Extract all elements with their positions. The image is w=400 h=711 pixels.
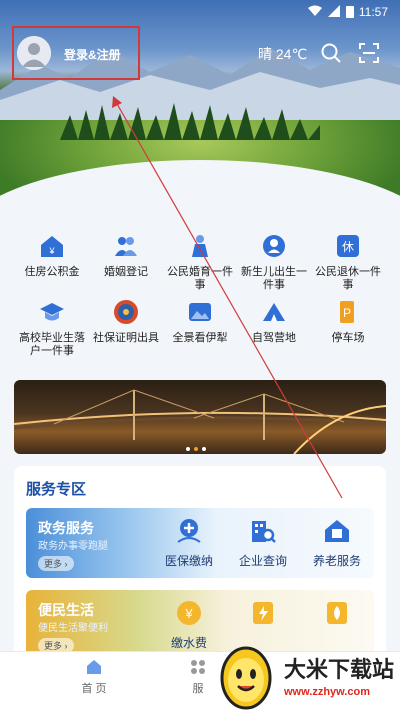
service-label: 高校毕业生落户一件事 <box>19 332 85 357</box>
login-register-button[interactable]: 登录&注册 <box>12 26 140 80</box>
service-label: 婚姻登记 <box>104 266 148 278</box>
service-marriage-birth[interactable]: 公民婚育一件事 <box>162 232 238 292</box>
svg-text:P: P <box>343 306 351 320</box>
section-title: 服务专区 <box>26 481 87 498</box>
home-icon <box>87 660 101 674</box>
watermark-title: 大米下载站 <box>284 657 395 682</box>
service-panorama-yili[interactable]: 全景看伊犁 <box>162 298 238 345</box>
wifi-icon <box>308 5 322 16</box>
service-parking[interactable]: P 停车场 <box>310 298 386 345</box>
retire-icon: 休 <box>337 235 359 257</box>
medical-insurance-action[interactable]: 医保缴纳 <box>154 516 224 569</box>
rice-mascot-logo-icon <box>220 646 272 710</box>
card-title: 便民生活 <box>38 602 94 618</box>
service-label: 新生儿出生一件事 <box>241 266 307 291</box>
card-subtitle: 便民生活聚便利 <box>38 623 108 634</box>
avatar[interactable] <box>17 36 51 70</box>
service-tab-icon <box>191 660 205 674</box>
service-label: 停车场 <box>331 332 365 344</box>
tab-label: 首 页 <box>81 683 107 695</box>
svg-text:休: 休 <box>342 240 354 254</box>
action-label: 企业查询 <box>238 554 287 568</box>
user-avatar-icon <box>17 36 51 70</box>
elderly-service-icon <box>325 520 349 542</box>
tab-home[interactable]: 首 页 <box>64 658 124 696</box>
service-label: 自驾营地 <box>252 332 296 344</box>
service-label: 公民婚育一件事 <box>167 266 233 291</box>
gas-fee-icon <box>327 602 347 624</box>
search-icon[interactable] <box>320 42 342 64</box>
svg-text:¥: ¥ <box>48 246 55 256</box>
medical-insurance-icon <box>177 519 201 543</box>
social-security-emblem-icon <box>114 300 138 324</box>
pagination-dot[interactable] <box>202 447 206 451</box>
weather-text: 晴 24℃ <box>258 46 308 62</box>
signal-icon <box>328 5 340 17</box>
electric-fee-action[interactable] <box>228 598 298 634</box>
forest-background <box>60 103 320 140</box>
service-label: 住房公积金 <box>24 266 80 278</box>
more-button[interactable]: 更多 › <box>38 556 74 571</box>
login-register-label[interactable]: 登录&注册 <box>64 46 121 63</box>
battery-icon <box>346 6 354 18</box>
service-graduate-settlement[interactable]: 高校毕业生落户一件事 <box>14 298 90 358</box>
couple-icon <box>115 237 137 256</box>
service-housing-fund[interactable]: ¥ 住房公积金 <box>14 232 90 279</box>
service-marriage-registration[interactable]: 婚姻登记 <box>88 232 164 279</box>
banner-pagination <box>186 438 210 456</box>
service-label: 全景看伊犁 <box>172 332 228 344</box>
service-newborn[interactable]: 新生儿出生一件事 <box>236 232 312 292</box>
card-title: 政务服务 <box>38 520 94 536</box>
service-retire[interactable]: 休 公民退休一件事 <box>310 232 386 292</box>
watermark: 大米下载站 www.zzhyw.com <box>212 640 400 711</box>
camp-icon <box>263 303 285 321</box>
house-fund-icon: ¥ <box>41 236 63 257</box>
panorama-icon <box>189 303 211 321</box>
service-self-drive-camp[interactable]: 自驾营地 <box>236 298 312 345</box>
pagination-dot-active[interactable] <box>194 447 198 451</box>
watermark-url: www.zzhyw.com <box>284 686 370 698</box>
gas-fee-action[interactable] <box>302 598 372 634</box>
electric-fee-icon <box>253 602 273 624</box>
card-subtitle: 政务办事零跑腿 <box>38 541 108 552</box>
water-fee-icon: ¥ <box>177 601 201 625</box>
service-label: 公民退休一件事 <box>315 266 381 291</box>
graduate-icon <box>40 303 64 321</box>
action-label: 养老服务 <box>312 554 361 568</box>
newborn-icon <box>263 235 285 257</box>
status-bar: 11:57 <box>0 0 400 24</box>
parking-icon: P <box>340 301 354 323</box>
enterprise-search-icon <box>252 521 276 543</box>
clock: 11:57 <box>358 5 388 19</box>
enterprise-search-action[interactable]: 企业查询 <box>228 516 298 569</box>
family-icon <box>192 235 208 257</box>
elderly-service-action[interactable]: 养老服务 <box>302 516 372 569</box>
svg-text:¥: ¥ <box>184 606 193 621</box>
service-label: 社保证明出具 <box>93 332 159 344</box>
pagination-dot[interactable] <box>186 447 190 451</box>
service-social-security-proof[interactable]: 社保证明出具 <box>88 298 164 345</box>
scan-icon[interactable] <box>358 42 380 64</box>
gov-service-card[interactable]: 政务服务 政务办事零跑腿 更多 › 医保缴纳 企业查询 养老服务 <box>26 508 374 578</box>
action-label: 医保缴纳 <box>164 554 213 568</box>
